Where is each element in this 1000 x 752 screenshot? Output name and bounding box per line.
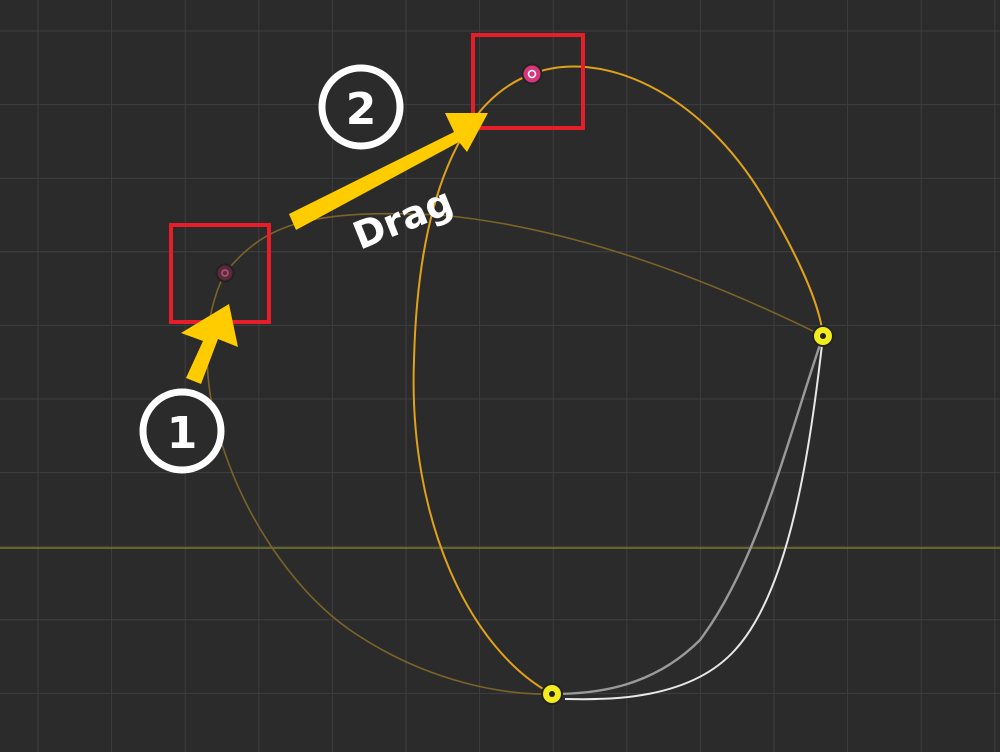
step-badge-2-number: 2 bbox=[346, 84, 377, 135]
arrow-step-1 bbox=[181, 304, 238, 384]
curve-editor-viewport[interactable]: Drag 1 2 bbox=[0, 0, 1000, 752]
step-badge-1: 1 bbox=[139, 388, 225, 474]
vertex-dot-icon[interactable] bbox=[541, 683, 563, 705]
background-grid bbox=[0, 0, 1000, 752]
step-badge-1-number: 1 bbox=[167, 408, 198, 459]
step-badge-2: 2 bbox=[318, 64, 404, 150]
ghost-curve-upper bbox=[224, 212, 824, 337]
vertex-dot-icon[interactable] bbox=[812, 325, 834, 347]
handle-circle-icon[interactable] bbox=[215, 263, 235, 283]
active-curve-left[interactable] bbox=[412, 73, 553, 695]
tangent-curve-shadow bbox=[551, 335, 825, 696]
handle-circle-icon[interactable] bbox=[521, 63, 543, 85]
active-curve-right[interactable] bbox=[531, 65, 824, 337]
canvas[interactable]: Drag 1 2 bbox=[0, 0, 1000, 752]
